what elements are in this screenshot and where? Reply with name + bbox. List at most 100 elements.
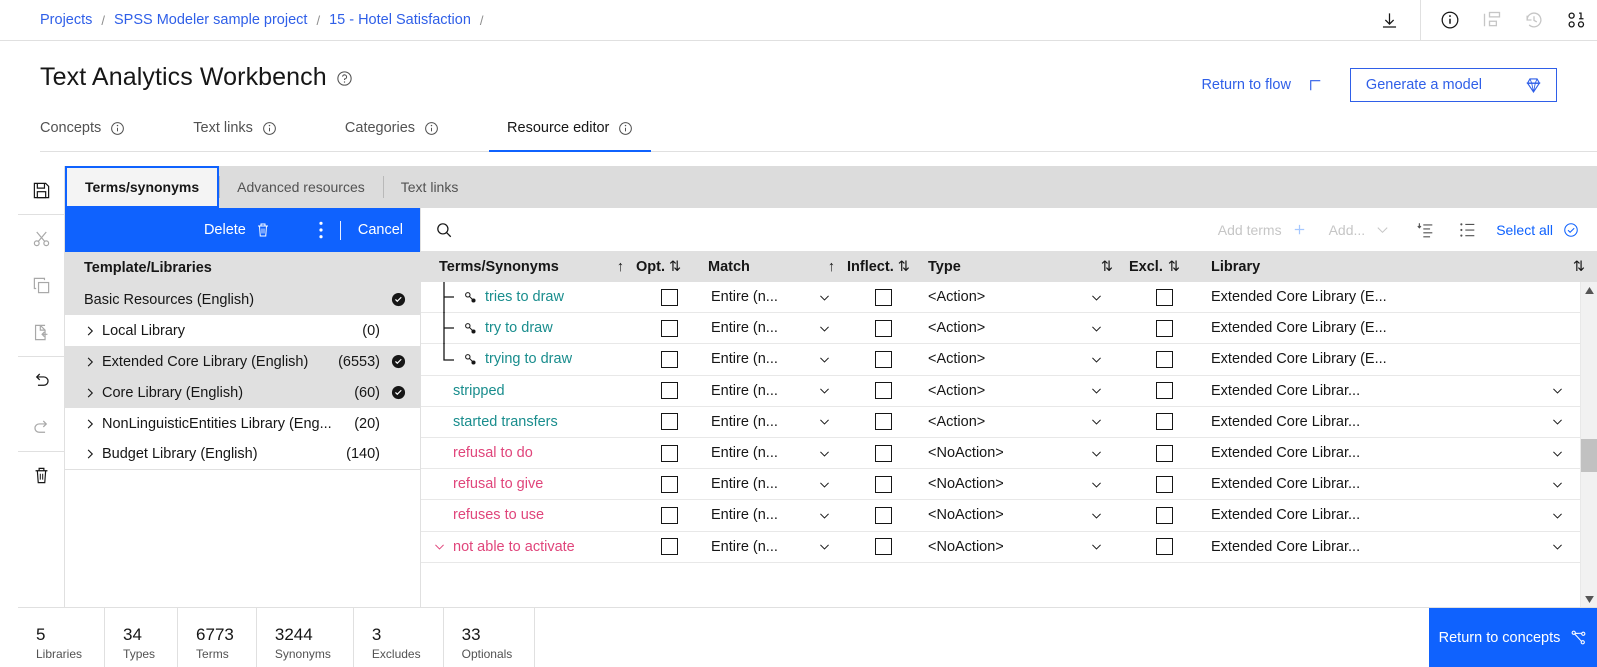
table-row[interactable]: tries to draw Entire (n... <Action> Extende… — [421, 282, 1580, 314]
chevron-right-icon[interactable] — [84, 387, 102, 399]
return-to-flow-button[interactable]: Return to flow — [1201, 77, 1323, 94]
search-icon[interactable] — [435, 221, 469, 239]
table-row[interactable]: refusal to do Entire (n... <NoAction> Exten… — [421, 438, 1580, 470]
column-header-library[interactable]: Library ⇅ — [1203, 259, 1597, 275]
flow-icon[interactable] — [1471, 0, 1513, 41]
information-icon[interactable] — [1429, 0, 1471, 41]
chevron-down-icon[interactable] — [812, 447, 847, 460]
chevron-down-icon[interactable] — [1545, 415, 1580, 428]
optional-checkbox[interactable] — [660, 506, 678, 524]
inflect-checkbox[interactable] — [875, 319, 892, 337]
table-row[interactable]: refuses to use Entire (n... <NoAction> Exte… — [421, 500, 1580, 532]
delete-icon[interactable] — [18, 452, 64, 499]
subtab-advanced-resources[interactable]: Advanced resources — [219, 166, 383, 208]
chevron-right-icon[interactable] — [84, 325, 102, 337]
chevron-down-icon[interactable] — [812, 353, 847, 366]
library-row-budget-library[interactable]: Budget Library (English) (140) — [65, 439, 420, 470]
term-label[interactable]: started transfers — [453, 414, 558, 430]
inflect-checkbox[interactable] — [875, 288, 892, 306]
exclude-checkbox[interactable] — [1155, 506, 1173, 524]
redo-icon[interactable] — [18, 404, 64, 451]
scroll-down-icon[interactable] — [1584, 591, 1594, 607]
scroll-up-icon[interactable] — [1584, 282, 1594, 298]
tab-concepts[interactable]: Concepts — [40, 114, 125, 152]
optional-checkbox[interactable] — [660, 444, 678, 462]
optional-checkbox[interactable] — [660, 382, 678, 400]
column-header-excl[interactable]: Excl. ⇅ — [1125, 259, 1203, 275]
cut-icon[interactable] — [18, 215, 64, 262]
term-label[interactable]: stripped — [453, 383, 505, 399]
optional-checkbox[interactable] — [660, 319, 678, 337]
term-label[interactable]: refusal to do — [453, 445, 533, 461]
chevron-down-icon[interactable] — [1545, 540, 1580, 553]
library-row-nonlinguisticentities-library[interactable]: NonLinguisticEntities Library (Eng... (2… — [65, 408, 420, 439]
cancel-button[interactable]: Cancel — [358, 222, 403, 238]
term-label[interactable]: refuses to use — [453, 507, 544, 523]
chevron-down-icon[interactable] — [812, 384, 847, 397]
chevron-down-icon[interactable] — [433, 540, 453, 553]
library-row-extended-core-library[interactable]: Extended Core Library (English) (6553) — [65, 346, 420, 377]
chevron-down-icon[interactable] — [812, 322, 847, 335]
sort-icon[interactable]: ↑ — [828, 259, 847, 275]
chevron-down-icon[interactable] — [1084, 447, 1125, 460]
scrollbar-thumb[interactable] — [1581, 438, 1597, 472]
download-icon[interactable] — [1368, 0, 1410, 41]
exclude-checkbox[interactable] — [1155, 319, 1173, 337]
chevron-down-icon[interactable] — [1545, 509, 1580, 522]
exclude-checkbox[interactable] — [1155, 350, 1173, 368]
optional-checkbox[interactable] — [660, 413, 678, 431]
inflect-checkbox[interactable] — [875, 350, 892, 368]
inflect-checkbox[interactable] — [875, 382, 892, 400]
exclude-checkbox[interactable] — [1155, 538, 1173, 556]
column-header-type[interactable]: Type ⇅ — [920, 259, 1125, 275]
sort-icon[interactable]: ⇅ — [1573, 259, 1597, 275]
information-icon[interactable] — [110, 121, 125, 136]
undo-icon[interactable] — [18, 357, 64, 404]
table-row[interactable]: refusal to give Entire (n... <NoAction> Ext… — [421, 469, 1580, 501]
library-row-local-library[interactable]: Local Library (0) — [65, 315, 420, 346]
inflect-checkbox[interactable] — [875, 538, 892, 556]
help-icon[interactable] — [336, 70, 353, 87]
breadcrumb-item-project[interactable]: SPSS Modeler sample project — [114, 12, 307, 28]
generate-a-model-button[interactable]: Generate a model — [1349, 68, 1557, 102]
exclude-checkbox[interactable] — [1155, 444, 1173, 462]
exclude-checkbox[interactable] — [1155, 475, 1173, 493]
information-icon[interactable] — [618, 121, 633, 136]
inflect-checkbox[interactable] — [875, 475, 892, 493]
chevron-down-icon[interactable] — [1084, 353, 1125, 366]
exclude-checkbox[interactable] — [1155, 288, 1173, 306]
chevron-down-icon[interactable] — [1084, 384, 1125, 397]
list-view-icon[interactable] — [1446, 213, 1488, 247]
table-row[interactable]: try to draw Entire (n... <Action> Extended … — [421, 312, 1580, 345]
column-header-opt[interactable]: Opt. ⇅ — [636, 259, 702, 275]
chevron-down-icon[interactable] — [812, 540, 847, 553]
return-to-concepts-button[interactable]: Return to concepts — [1429, 608, 1597, 667]
filter-sort-icon[interactable] — [1404, 213, 1446, 247]
overflow-menu-icon[interactable] — [319, 221, 323, 239]
subtab-text-links[interactable]: Text links — [382, 166, 477, 208]
optional-checkbox[interactable] — [660, 288, 678, 306]
term-label[interactable]: tries to draw — [485, 289, 564, 305]
sort-icon[interactable]: ⇅ — [669, 259, 681, 275]
chevron-down-icon[interactable] — [1545, 384, 1580, 397]
chevron-down-icon[interactable] — [1545, 478, 1580, 491]
optional-checkbox[interactable] — [660, 350, 678, 368]
table-row[interactable]: stripped Entire (n... <Action> Extended Cor… — [421, 376, 1580, 407]
table-vertical-scrollbar[interactable] — [1580, 282, 1597, 607]
column-header-inflect[interactable]: Inflect. ⇅ — [847, 259, 920, 275]
term-label[interactable]: not able to activate — [453, 539, 575, 555]
inflect-checkbox[interactable] — [875, 413, 892, 431]
copy-icon[interactable] — [18, 262, 64, 309]
save-icon[interactable] — [18, 167, 64, 214]
sort-icon[interactable]: ⇅ — [898, 259, 910, 275]
chevron-down-icon[interactable] — [1084, 540, 1125, 553]
add-dropdown[interactable]: Add... — [1321, 222, 1399, 238]
sort-icon[interactable]: ↑ — [617, 259, 636, 275]
sort-icon[interactable]: ⇅ — [1168, 259, 1180, 275]
chevron-right-icon[interactable] — [84, 448, 102, 460]
chevron-down-icon[interactable] — [1084, 291, 1125, 304]
optional-checkbox[interactable] — [660, 538, 678, 556]
information-icon[interactable] — [424, 121, 439, 136]
optional-checkbox[interactable] — [660, 475, 678, 493]
chevron-down-icon[interactable] — [1084, 322, 1125, 335]
